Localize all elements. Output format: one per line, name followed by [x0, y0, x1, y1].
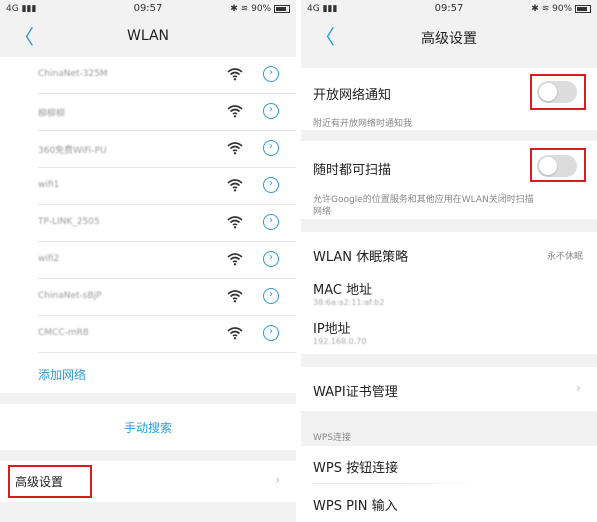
network-name: ChinaNet-325M — [38, 69, 108, 79]
network-details-icon[interactable]: › — [263, 288, 279, 304]
page-title: 高级设置 — [421, 31, 477, 47]
network-name: 柳柳柳 — [38, 109, 66, 119]
wps-section-header: WPS连接 — [313, 433, 352, 443]
always-scan-desc-2: 网络 — [313, 207, 332, 217]
chevron-right-icon: › — [275, 473, 280, 487]
network-row[interactable]: ChinaNet-325M › — [0, 57, 296, 94]
manual-search-button[interactable]: 手动搜索 — [0, 419, 296, 436]
network-details-icon[interactable]: › — [263, 214, 279, 230]
highlight-box — [8, 465, 92, 498]
wifi-signal-icon — [227, 216, 243, 229]
network-row[interactable]: wifi1 › — [0, 168, 296, 205]
always-scan-label: 随时都可扫描 — [313, 163, 392, 178]
manual-search-row[interactable]: 手动搜索 — [0, 404, 296, 450]
network-details-icon[interactable]: › — [263, 325, 279, 341]
highlight-box — [530, 148, 586, 182]
add-network-button[interactable]: 添加网络 — [38, 366, 86, 383]
wifi-signal-icon — [227, 327, 243, 340]
wlan-screen: 4G ▮▮▮ 09:57 ✱ ≋ 90% 〈 WLAN ChinaNet-325… — [0, 0, 296, 522]
advanced-settings-screen: 4G ▮▮▮ 09:57 ✱ ≋ 90% 〈 高级设置 开放网络通知 附近有开放… — [301, 0, 597, 522]
chevron-right-icon: › — [576, 381, 581, 395]
wifi-signal-icon — [227, 105, 243, 118]
battery-indicator: ✱ ≋ 90% — [531, 4, 591, 14]
wapi-label: WAPI证书管理 — [313, 385, 398, 400]
wapi-row[interactable]: WAPI证书管理 › — [301, 367, 597, 411]
wps-pin-label: WPS PIN 输入 — [313, 499, 398, 514]
fade-overlay — [401, 458, 597, 522]
network-name: ChinaNet-sBjP — [38, 291, 102, 301]
nav-bar: 〈 高级设置 — [301, 20, 597, 56]
network-name: wifi1 — [38, 180, 60, 190]
wifi-signal-icon — [227, 290, 243, 303]
battery-indicator: ✱ ≋ 90% — [230, 4, 290, 14]
battery-icon — [575, 4, 591, 13]
network-row[interactable]: TP-LINK_2505 › — [0, 205, 296, 242]
wifi-signal-icon — [227, 68, 243, 81]
network-row[interactable]: 柳柳柳 › — [0, 94, 296, 131]
network-name: TP-LINK_2505 — [38, 217, 100, 227]
network-name: CMCC-mR8 — [38, 328, 89, 338]
open-network-notify-label: 开放网络通知 — [313, 88, 392, 103]
open-network-notify-desc: 附近有开放网络时通知我 — [313, 119, 413, 129]
network-details-icon[interactable]: › — [263, 177, 279, 193]
sleep-policy-value: 永不休眠 — [546, 252, 583, 262]
wps-group: WPS 按钮连接 WPS PIN 输入 — [301, 446, 597, 522]
status-bar: 4G ▮▮▮ 09:57 ✱ ≋ 90% — [0, 0, 296, 20]
highlight-box — [530, 74, 586, 110]
wifi-signal-icon — [227, 179, 243, 192]
divider — [38, 352, 296, 353]
network-row[interactable]: ChinaNet-sBjP › — [0, 279, 296, 316]
sleep-policy-row[interactable]: WLAN 休眠策略 永不休眠 — [301, 232, 597, 272]
mac-value: 38:6a:a2:11:af:b2 — [313, 298, 385, 307]
network-name: wifi2 — [38, 254, 60, 264]
network-details-icon[interactable]: › — [263, 66, 279, 82]
page-title: WLAN — [126, 28, 169, 44]
sleep-policy-label: WLAN 休眠策略 — [313, 250, 409, 265]
wifi-signal-icon — [227, 253, 243, 266]
always-scan-desc: 允许Google的位置服务和其他应用在WLAN关闭时扫描 — [313, 195, 534, 205]
wifi-signal-icon — [227, 142, 243, 155]
network-row[interactable]: CMCC-mR8 › — [0, 316, 296, 353]
network-row[interactable]: 360免费WiFi-PU › — [0, 131, 296, 168]
status-bar: 4G ▮▮▮ 09:57 ✱ ≋ 90% — [301, 0, 597, 20]
wlan-info-group: WLAN 休眠策略 永不休眠 MAC 地址 38:6a:a2:11:af:b2 … — [301, 232, 597, 354]
nav-bar: 〈 WLAN — [0, 20, 296, 56]
network-name: 360免费WiFi-PU — [38, 146, 107, 156]
network-list: ChinaNet-325M › 柳柳柳 › 360免费WiFi-PU › wifi1 › TP-… — [0, 57, 296, 393]
network-details-icon[interactable]: › — [263, 140, 279, 156]
wps-button-label: WPS 按钮连接 — [313, 461, 399, 476]
mac-label: MAC 地址 — [313, 283, 373, 298]
battery-icon — [274, 4, 290, 13]
network-details-icon[interactable]: › — [263, 103, 279, 119]
network-row[interactable]: wifi2 › — [0, 242, 296, 279]
ip-value: 192.168.0.70 — [313, 337, 367, 346]
network-details-icon[interactable]: › — [263, 251, 279, 267]
ip-label: IP地址 — [313, 322, 351, 337]
